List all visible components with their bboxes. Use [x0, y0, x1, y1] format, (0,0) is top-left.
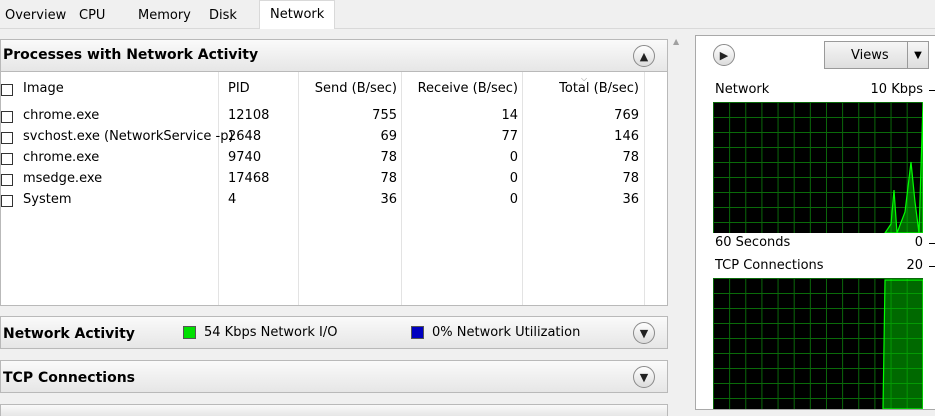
row-receive: 0	[509, 192, 518, 207]
tcp-graph-label: TCP Connections	[715, 258, 824, 273]
row-send: 78	[380, 150, 397, 165]
row-checkbox[interactable]	[1, 111, 13, 123]
row-receive: 14	[501, 108, 518, 123]
row-pid: 4	[228, 192, 237, 207]
table-row[interactable]: chrome.exe 12108 755 14 769	[1, 107, 669, 127]
network-graph-label: Network	[715, 82, 770, 97]
tab-overview[interactable]: Overview	[0, 4, 71, 28]
graph-pane: ▶ Views ▼ Network 10 Kbps 60 Seconds 0 T…	[695, 35, 935, 410]
row-send: 69	[380, 129, 397, 144]
network-graph-plot	[884, 102, 923, 233]
row-total: 78	[622, 171, 639, 186]
hide-graph-pane-button[interactable]: ▶	[713, 44, 735, 66]
network-graph-time-label: 60 Seconds	[715, 235, 791, 250]
collapse-processes-button[interactable]: ▲	[633, 45, 655, 67]
sections-area: Processes with Network Activity ▲ Image …	[0, 29, 688, 416]
network-io-trace	[884, 102, 923, 233]
row-checkbox[interactable]	[1, 195, 13, 207]
row-checkbox[interactable]	[1, 132, 13, 144]
tab-disk[interactable]: Disk	[204, 4, 242, 28]
vertical-scrollbar[interactable]: ▲	[669, 29, 687, 410]
column-image[interactable]: Image	[23, 81, 64, 96]
row-pid: 9740	[228, 150, 262, 165]
network-io-label: 54 Kbps Network I/O	[204, 325, 338, 340]
tab-network[interactable]: Network	[259, 0, 336, 30]
views-label: Views	[851, 48, 889, 63]
row-receive: 0	[509, 150, 518, 165]
graph-tick	[929, 243, 935, 244]
row-image: svchost.exe (NetworkService -p)	[23, 129, 234, 144]
row-receive: 77	[501, 129, 518, 144]
tab-memory[interactable]: Memory	[133, 4, 196, 28]
table-row[interactable]: svchost.exe (NetworkService -p) 2648 69 …	[1, 128, 669, 148]
chevron-down-icon: ▼	[639, 326, 649, 340]
processes-section-title: Processes with Network Activity	[3, 47, 259, 63]
row-total: 78	[622, 150, 639, 165]
column-total[interactable]: Total (B/sec)	[522, 81, 639, 96]
row-checkbox[interactable]	[1, 153, 13, 165]
network-io-legend-swatch	[183, 326, 196, 339]
row-image: chrome.exe	[23, 108, 100, 123]
row-image: msedge.exe	[23, 171, 103, 186]
scroll-up-icon[interactable]: ▲	[673, 37, 679, 46]
network-graph-min-label: 0	[914, 235, 923, 250]
views-button[interactable]: Views ▼	[824, 41, 929, 69]
network-activity-section-header[interactable]: Network Activity 54 Kbps Network I/O 0% …	[0, 316, 668, 349]
tcp-connections-title: TCP Connections	[3, 370, 135, 386]
network-activity-title: Network Activity	[3, 326, 135, 342]
views-dropdown-arrow[interactable]: ▼	[907, 42, 928, 68]
chevron-down-icon: ▼	[914, 49, 922, 61]
row-image: System	[23, 192, 72, 207]
row-total: 769	[614, 108, 639, 123]
table-row[interactable]: chrome.exe 9740 78 0 78	[1, 149, 669, 169]
chevron-up-icon: ▲	[639, 49, 649, 63]
row-send: 78	[380, 171, 397, 186]
tab-bar: Overview CPU Memory Disk Network	[0, 0, 935, 30]
next-section-header[interactable]	[0, 404, 668, 416]
network-graph-max-label: 10 Kbps	[870, 82, 923, 97]
row-total: 146	[614, 129, 639, 144]
row-pid: 17468	[228, 171, 270, 186]
chevron-right-icon: ▶	[719, 48, 729, 62]
row-pid: 2648	[228, 129, 262, 144]
expand-network-activity-button[interactable]: ▼	[633, 322, 655, 344]
tcp-connections-graph	[713, 278, 923, 409]
graph-tick	[929, 90, 935, 91]
tcp-connections-trace	[882, 279, 923, 409]
expand-tcp-connections-button[interactable]: ▼	[633, 366, 655, 388]
column-receive[interactable]: Receive (B/sec)	[401, 81, 518, 96]
tcp-graph-max-label: 20	[906, 258, 923, 273]
network-utilization-legend-swatch	[411, 326, 424, 339]
row-image: chrome.exe	[23, 150, 100, 165]
network-graph	[713, 102, 923, 233]
row-checkbox[interactable]	[1, 174, 13, 186]
row-send: 755	[372, 108, 397, 123]
process-table-header: Image PID Send (B/sec) Receive (B/sec) ⌵…	[1, 72, 669, 102]
tab-cpu[interactable]: CPU	[74, 4, 110, 28]
row-send: 36	[380, 192, 397, 207]
row-pid: 12108	[228, 108, 270, 123]
select-all-checkbox[interactable]	[1, 84, 13, 96]
process-table: Image PID Send (B/sec) Receive (B/sec) ⌵…	[0, 72, 668, 306]
row-receive: 0	[509, 171, 518, 186]
table-row[interactable]: msedge.exe 17468 78 0 78	[1, 170, 669, 190]
row-total: 36	[622, 192, 639, 207]
graph-tick	[929, 266, 935, 267]
column-send[interactable]: Send (B/sec)	[298, 81, 397, 96]
tcp-graph-plot	[882, 279, 923, 409]
network-utilization-label: 0% Network Utilization	[432, 325, 581, 340]
tcp-connections-section-header[interactable]: TCP Connections ▼	[0, 360, 668, 393]
processes-section-header[interactable]: Processes with Network Activity ▲	[0, 39, 668, 72]
column-pid[interactable]: PID	[228, 81, 250, 96]
chevron-down-icon: ▼	[639, 370, 649, 384]
table-row[interactable]: System 4 36 0 36	[1, 191, 669, 211]
